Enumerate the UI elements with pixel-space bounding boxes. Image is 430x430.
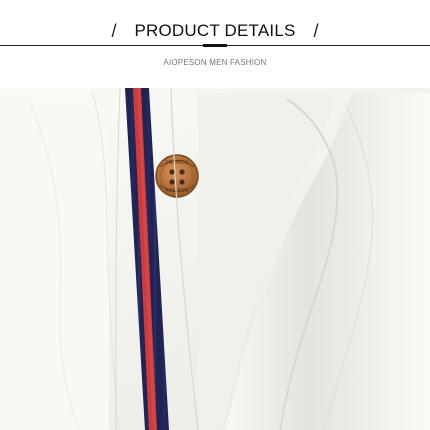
left-slash: / [111,21,117,41]
page-title: PRODUCT DETAILS [134,21,296,40]
product-details-card: / PRODUCT DETAILS / AIOPESON MEN FASHION [0,0,430,430]
header-divider-accent [203,44,227,47]
brand-subtitle: AIOPESON MEN FASHION [163,58,267,67]
product-photo: FASHION FASHION [0,88,430,430]
left-shirt-panel [0,94,109,430]
svg-text:FASHION: FASHION [166,160,188,166]
right-slash: / [313,21,319,41]
header: / PRODUCT DETAILS / AIOPESON MEN FASHION [0,0,430,88]
shirt-detail-illustration: FASHION FASHION [0,88,430,430]
placket-button: FASHION FASHION [155,154,199,198]
svg-text:FASHION: FASHION [166,188,188,194]
title-row: / PRODUCT DETAILS / [0,18,430,44]
